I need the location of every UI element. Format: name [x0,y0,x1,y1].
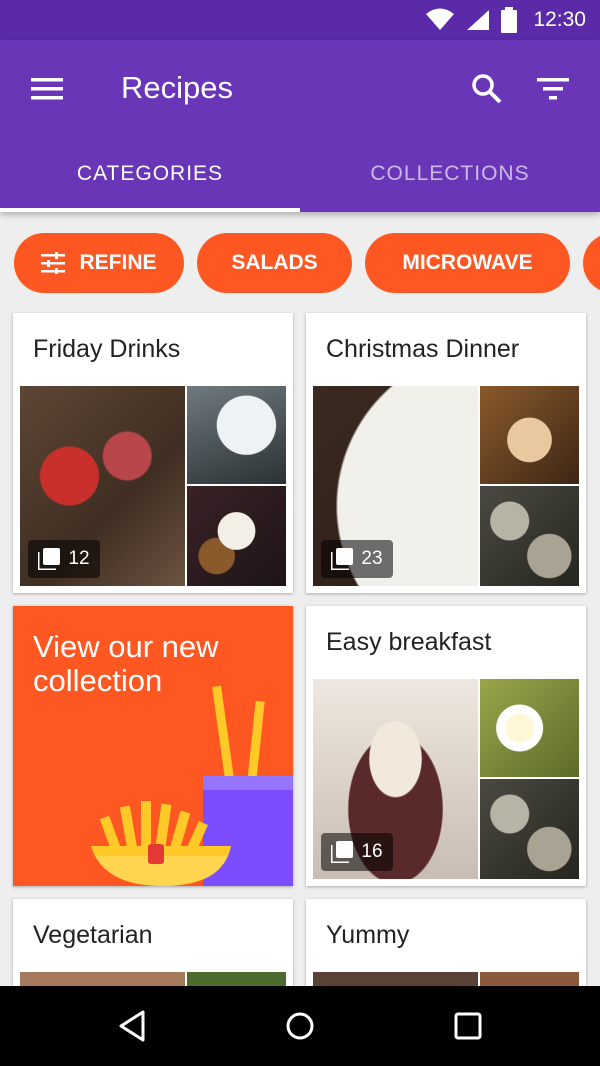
promo-card[interactable]: View our new collection [13,606,293,886]
recents-button[interactable] [446,1004,490,1048]
wifi-icon [426,8,455,30]
collection-card[interactable]: Christmas Dinner 23 [306,313,586,593]
filter-chips: REFINE SALADS MICROWAVE [0,233,600,293]
collection-card[interactable]: Vegetarian [13,899,293,986]
chip-microwave[interactable]: MICROWAVE [365,233,570,293]
search-button[interactable] [466,68,508,110]
plate-photo: 23 [313,386,478,586]
clock: 12:30 [533,8,586,31]
collection-card[interactable]: Easy breakfast 16 [306,606,586,886]
clams-photo [480,486,579,586]
count-badge: 23 [321,540,393,578]
chip-more[interactable] [583,233,600,293]
signal-icon [467,10,490,30]
chip-label: MICROWAVE [402,251,533,274]
collection-icon [331,841,354,863]
tab-indicator [0,208,300,212]
chip-label: REFINE [79,251,157,274]
chip-refine[interactable]: REFINE [14,233,184,293]
menu-button[interactable] [26,68,68,110]
count-badge: 12 [28,540,100,578]
collection-icon [38,548,61,570]
count-label: 16 [361,841,383,862]
veg-photo [20,972,185,986]
back-button[interactable] [110,1004,154,1048]
card-title: Friday Drinks [33,335,181,363]
home-icon [286,1012,314,1040]
filter-icon [537,78,569,100]
system-nav-bar [0,986,600,1066]
search-icon [472,74,502,104]
count-label: 23 [361,548,383,569]
home-button[interactable] [278,1004,322,1048]
egg-photo [480,679,579,777]
chip-salads[interactable]: SALADS [197,233,352,293]
filter-button[interactable] [532,68,574,110]
clams-photo [480,779,579,879]
page-title: Recipes [121,70,233,105]
fries-illustration [91,685,293,886]
status-bar: 12:30 [0,0,600,40]
card-title: Vegetarian [33,921,153,949]
parfait-photo: 16 [313,679,478,879]
veg-photo-2 [187,972,286,986]
tune-icon [41,252,66,274]
tab-collections[interactable]: COLLECTIONS [300,152,600,212]
card-title: Easy breakfast [326,628,492,656]
battery-icon [501,7,518,33]
granola-photo [187,486,286,586]
drinks-photo: 12 [20,386,185,586]
collection-card[interactable]: Yummy [306,899,586,986]
card-title: Yummy [326,921,410,949]
collection-card[interactable]: Friday Drinks 12 [13,313,293,593]
collection-icon [331,548,354,570]
menu-icon [31,78,63,100]
count-label: 12 [68,548,90,569]
chip-label: SALADS [231,251,318,274]
fish-photo [480,386,579,484]
yummy-photo-2 [480,972,579,986]
yummy-photo [313,972,478,986]
recents-icon [454,1012,482,1040]
back-icon [119,1010,145,1042]
card-title: Christmas Dinner [326,335,520,363]
app-bar: Recipes CATEGORIES COLLECTIONS [0,40,600,212]
count-badge: 16 [321,833,393,871]
tab-categories[interactable]: CATEGORIES [0,152,300,212]
gin-photo [187,386,286,484]
